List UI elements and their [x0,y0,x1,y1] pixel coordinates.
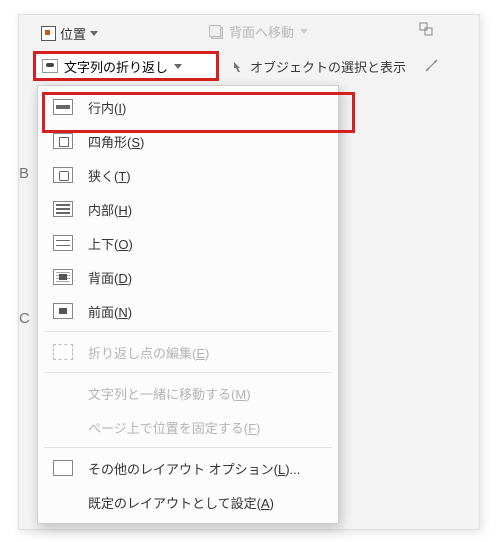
rotate-icon[interactable] [423,57,441,75]
blank-icon [52,417,74,437]
more-layout-icon [52,458,74,478]
menu-label: 狭く(T) [88,166,131,185]
wrap-edit-icon [52,342,74,362]
wrap-behind-icon [52,267,74,287]
menu-label: 行内(I) [88,98,126,117]
position-button[interactable]: 位置 [41,21,98,45]
wrap-topbottom-icon [52,233,74,253]
menu-label: 内部(H) [88,200,132,219]
chevron-down-icon [300,29,308,34]
wrap-inline-icon [52,97,74,117]
menu-item-fix-on-page: ページ上で位置を固定する(F) [38,410,338,444]
wrap-square-icon [52,131,74,151]
menu-item-set-default[interactable]: 既定のレイアウトとして設定(A) [38,485,338,519]
position-label: 位置 [60,24,86,43]
menu-item-through[interactable]: 内部(H) [38,192,338,226]
menu-item-move-with-text: 文字列と一緒に移動する(M) [38,376,338,410]
menu-item-top-bottom[interactable]: 上下(O) [38,226,338,260]
selection-pane-button[interactable]: オブジェクトの選択と表示 [232,57,406,76]
menu-label: 既定のレイアウトとして設定(A) [88,493,274,512]
menu-label: 背面(D) [88,268,132,287]
menu-label: 上下(O) [88,234,133,253]
selection-pane-icon [232,60,246,74]
wrap-front-icon [52,301,74,321]
text-wrapping-menu: 行内(I) 四角形(S) 狭く(T) 内部(H) 上下(O) 背面(D) 前面(… [37,85,339,524]
menu-label: 文字列と一緒に移動する(M) [88,384,251,403]
send-backward-icon [209,25,223,39]
menu-separator [44,447,332,448]
truncated-text: C [19,310,30,327]
menu-separator [44,331,332,332]
menu-item-tight[interactable]: 狭く(T) [38,158,338,192]
send-backward-button: 背面へ移動 [209,22,308,41]
menu-label: 前面(N) [88,302,132,321]
blank-icon [52,492,74,512]
ribbon-row-1: 位置 背面へ移動 [19,15,479,49]
selection-pane-label: オブジェクトの選択と表示 [250,57,406,76]
menu-label: その他のレイアウト オプション(L)... [88,459,300,478]
wrap-tight-icon [52,165,74,185]
ribbon-panel: 位置 背面へ移動 文字列の折り返し オブジェクトの選択と表示 B C [18,14,480,530]
menu-item-behind-text[interactable]: 背面(D) [38,260,338,294]
text-wrapping-icon [42,59,58,73]
menu-item-inline[interactable]: 行内(I) [38,90,338,124]
wrap-through-icon [52,199,74,219]
blank-icon [52,383,74,403]
text-wrapping-label: 文字列の折り返し [64,57,168,76]
send-backward-label: 背面へ移動 [229,22,294,41]
group-icon[interactable] [419,22,437,40]
position-icon [41,26,56,41]
text-wrapping-button[interactable]: 文字列の折り返し [33,51,219,81]
menu-item-square[interactable]: 四角形(S) [38,124,338,158]
chevron-down-icon [174,64,182,69]
menu-label: 四角形(S) [88,132,144,151]
menu-item-more-layout[interactable]: その他のレイアウト オプション(L)... [38,451,338,485]
menu-item-edit-wrap-points: 折り返し点の編集(E) [38,335,338,369]
menu-label: 折り返し点の編集(E) [88,343,209,362]
menu-separator [44,372,332,373]
chevron-down-icon [90,31,98,36]
menu-label: ページ上で位置を固定する(F) [88,418,260,437]
truncated-text: B [19,165,29,182]
menu-item-front-text[interactable]: 前面(N) [38,294,338,328]
ribbon-row-2: 文字列の折り返し オブジェクトの選択と表示 [19,49,479,83]
